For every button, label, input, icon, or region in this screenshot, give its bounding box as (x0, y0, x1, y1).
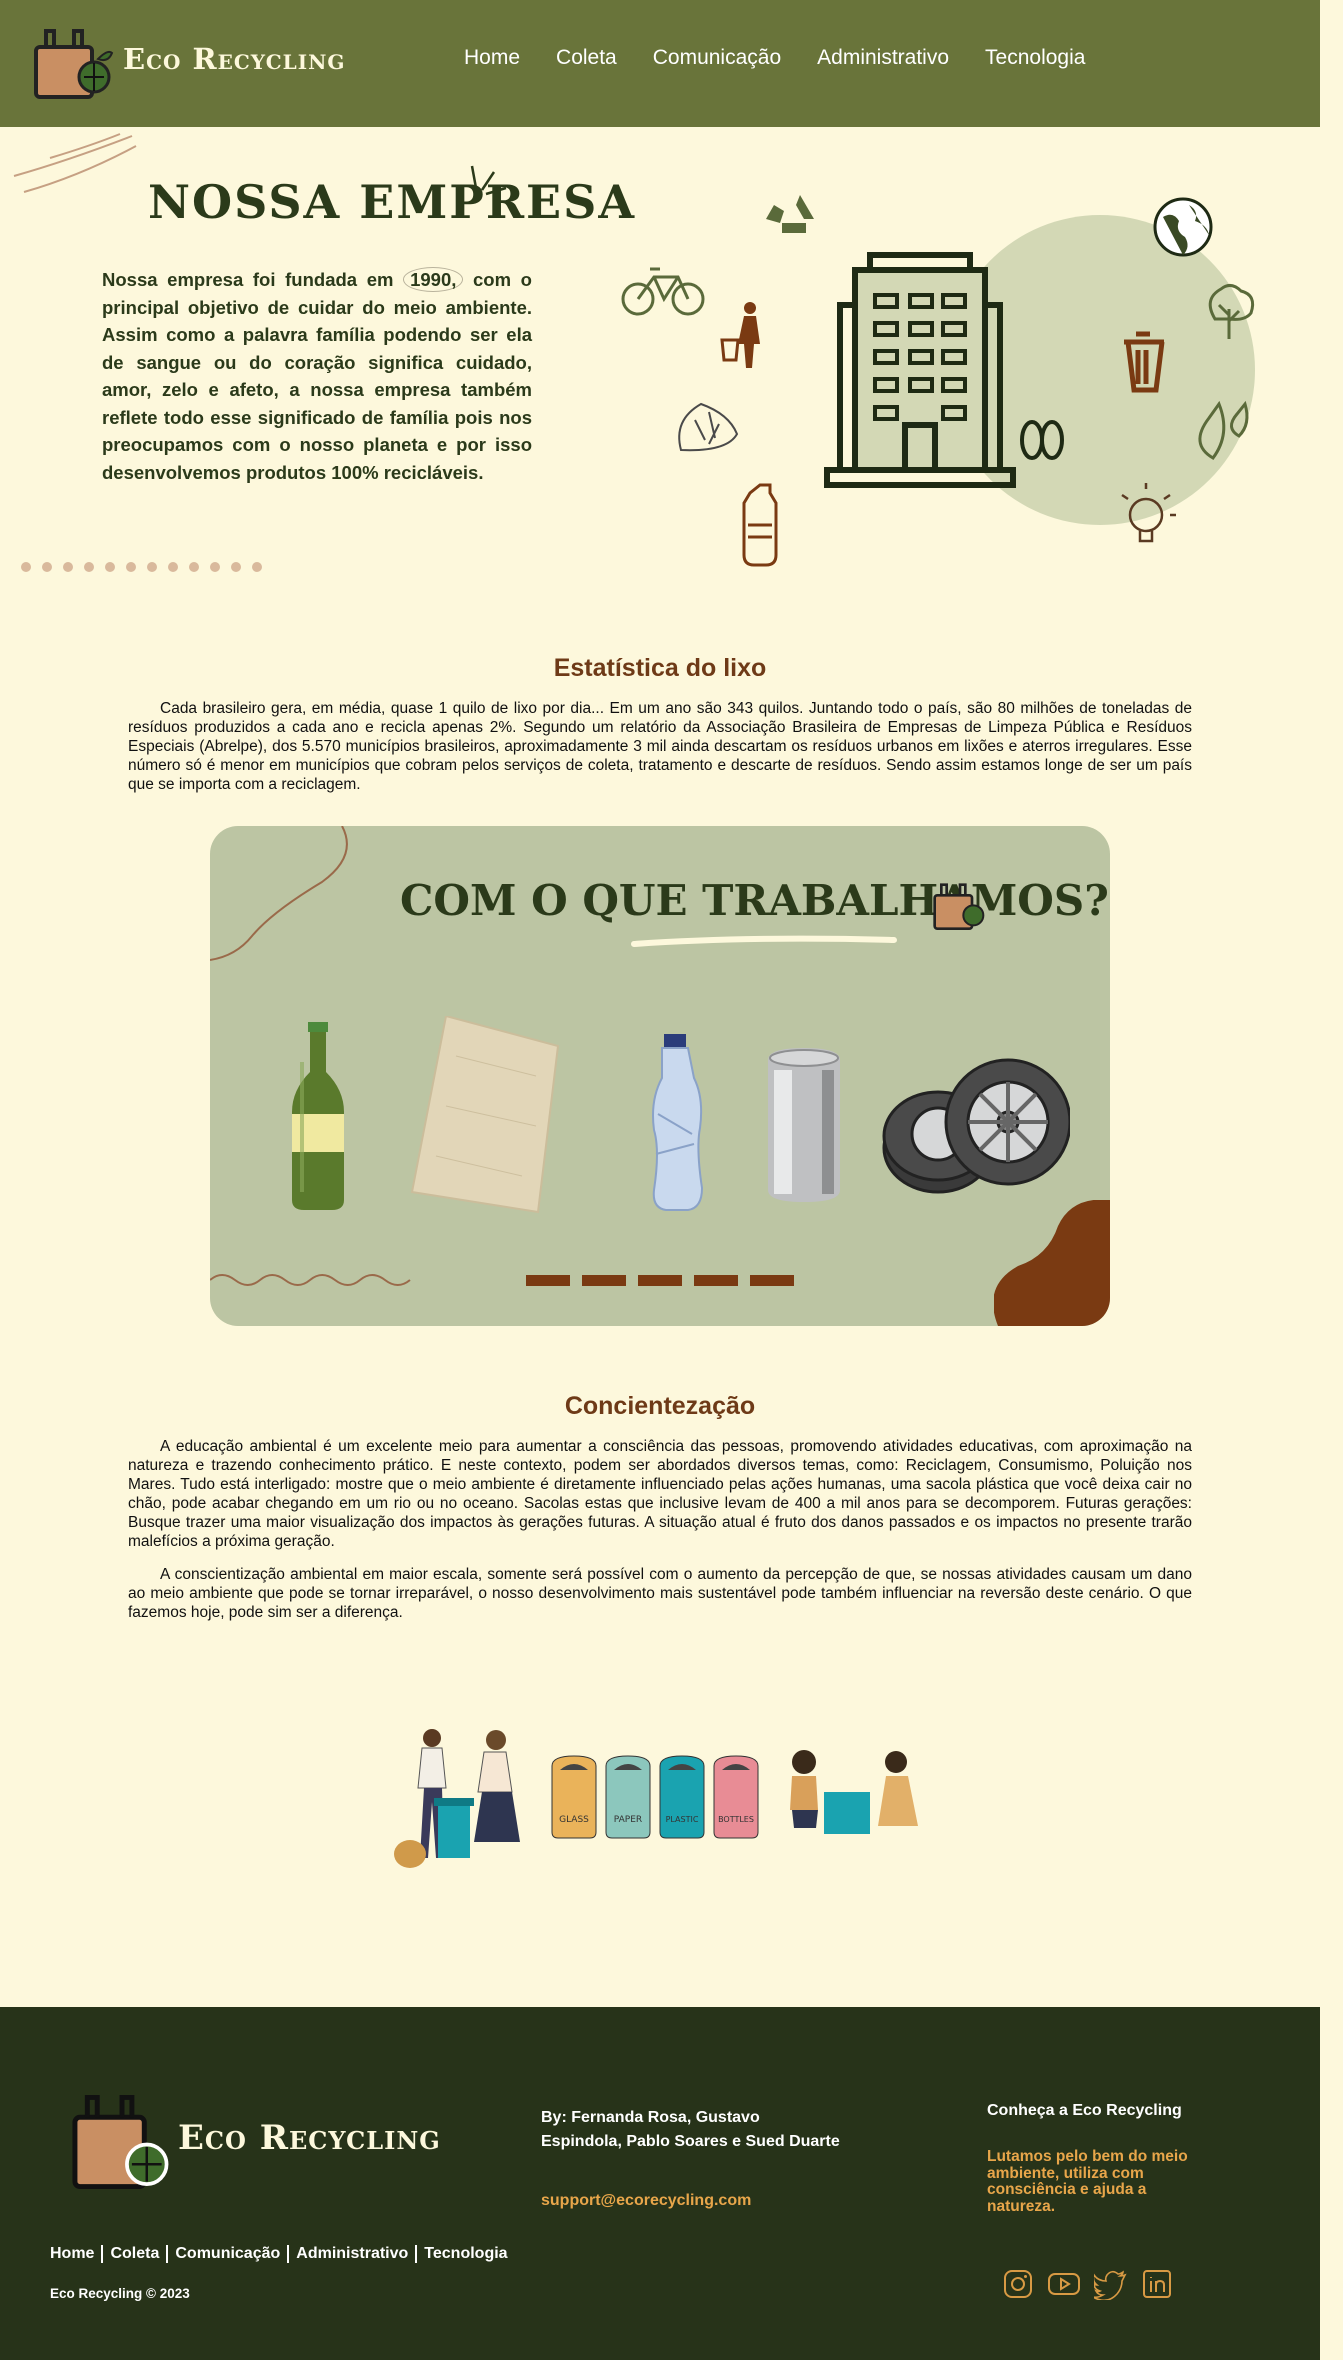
authors: By: Fernanda Rosa, Gustavo Espindola, Pa… (541, 2109, 840, 2150)
nav-administrativo[interactable]: Administrativo (817, 46, 949, 70)
footer-nav: Home Coleta Comunicação Administrativo T… (50, 2245, 515, 2263)
footer-nav-administrativo[interactable]: Administrativo (287, 2245, 415, 2263)
card-title: COM O QUE TRABALHAMOS? (400, 876, 1109, 925)
paper-image (410, 1016, 560, 1214)
tagline: Lutamos pelo bem do meio ambiente, utili… (987, 2148, 1188, 2215)
nav-home[interactable]: Home (464, 46, 520, 70)
recycling-bins: GLASS PAPER PLASTIC BOTTLES (551, 1755, 759, 1839)
nav-tecnologia[interactable]: Tecnologia (985, 46, 1085, 70)
nav-coleta[interactable]: Coleta (556, 46, 617, 70)
waste-bag-icon (678, 402, 739, 452)
carousel-dash-4[interactable] (694, 1275, 738, 1286)
bin-label-glass: GLASS (559, 1815, 589, 1825)
bottle-icon (742, 483, 778, 567)
dots-divider (21, 562, 262, 572)
globe-icon (1153, 197, 1213, 257)
brand-name[interactable]: Eco Recycling (123, 42, 345, 76)
footer-nav-tecnologia[interactable]: Tecnologia (415, 2245, 514, 2263)
carousel-dash-2[interactable] (582, 1275, 626, 1286)
footer-logo-icon[interactable] (70, 2090, 174, 2194)
recycle-bag-icon (933, 883, 985, 930)
card-curve-top (210, 826, 348, 961)
footer-brand-name: Eco Recycling (178, 2118, 441, 2158)
empresa-text-end: com o principal objetivo de cuidar do me… (102, 269, 532, 483)
conscientizacao-text: A educação ambiental é um excelente meio… (128, 1437, 1192, 1628)
couple-figure (394, 1729, 520, 1868)
company-illustration (621, 195, 1255, 567)
bicycle-icon (621, 267, 705, 316)
social-links (1002, 2268, 1173, 2300)
know-heading: Conheça a Eco Recycling (987, 2102, 1182, 2119)
bin-label-paper: PAPER (614, 1815, 642, 1825)
circle-bg (945, 215, 1255, 525)
materials-card: COM O QUE TRABALHAMOS? (210, 826, 1110, 1326)
recycle-bag-icon[interactable] (32, 25, 116, 101)
empresa-text: Nossa empresa foi fundada em 1990, com o… (102, 266, 532, 486)
decorative-strokes (13, 133, 137, 193)
recycling-people-illustration: GLASS PAPER PLASTIC BOTTLES (394, 1729, 918, 1868)
estatistica-text: Cada brasileiro gera, em média, quase 1 … (128, 699, 1192, 800)
copyright: Eco Recycling © 2023 (50, 2286, 190, 2301)
conscientizacao-paragraph-2: A conscientização ambiental em maior esc… (128, 1566, 1192, 1621)
estatistica-paragraph: Cada brasileiro gera, em média, quase 1 … (128, 700, 1192, 793)
title-underline (631, 935, 897, 947)
footer-nav-home[interactable]: Home (50, 2245, 101, 2263)
estatistica-title: Estatística do lixo (553, 654, 767, 682)
brown-blob (994, 1200, 1110, 1326)
bin-label-bottles: BOTTLES (718, 1815, 754, 1824)
bin-label-plastic: PLASTIC (666, 1815, 699, 1824)
youtube-icon[interactable] (1047, 2268, 1081, 2300)
kids-figure (790, 1750, 918, 1834)
tires-image (882, 1058, 1070, 1194)
plastic-bottle-image (652, 1034, 704, 1211)
footer-nav-comunicacao[interactable]: Comunicação (166, 2245, 287, 2263)
footer-nav-coleta[interactable]: Coleta (101, 2245, 166, 2263)
support-email-link[interactable]: support@ecorecycling.com (541, 2192, 751, 2210)
can-image (768, 1048, 840, 1202)
nav-comunicacao[interactable]: Comunicação (653, 46, 781, 70)
empresa-year: 1990, (403, 267, 464, 292)
main-nav: Home Coleta Comunicação Administrativo T… (464, 46, 1085, 70)
twitter-icon[interactable] (1094, 2268, 1128, 2300)
person-trash-icon (720, 302, 760, 368)
carousel-dash-5[interactable] (750, 1275, 794, 1286)
instagram-icon[interactable] (1002, 2268, 1034, 2300)
carousel-dash-1[interactable] (526, 1275, 570, 1286)
empresa-text-start: Nossa empresa foi fundada em (102, 269, 404, 290)
empresa-title: NOSSA EMPRESA (148, 175, 637, 229)
conscientizacao-title: Concientezação (564, 1392, 756, 1420)
recycle-icon (766, 195, 814, 233)
wavy-line (210, 1274, 411, 1286)
linkedin-icon[interactable] (1141, 2268, 1173, 2300)
conscientizacao-paragraph-1: A educação ambiental é um excelente meio… (128, 1438, 1192, 1550)
carousel-dash-3[interactable] (638, 1275, 682, 1286)
glass-bottle-image (292, 1022, 344, 1210)
